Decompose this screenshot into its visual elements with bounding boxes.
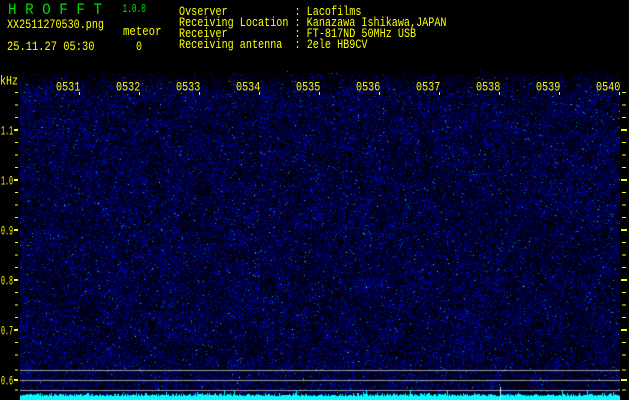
svg-text:0531: 0531 bbox=[56, 79, 80, 94]
svg-text:0532: 0532 bbox=[116, 79, 140, 94]
svg-text:1.0: 1.0 bbox=[1, 173, 13, 188]
svg-text:0.8: 0.8 bbox=[1, 273, 13, 288]
svg-text:0: 0 bbox=[136, 39, 142, 54]
svg-text:0.6: 0.6 bbox=[1, 373, 13, 388]
svg-text:0534: 0534 bbox=[236, 79, 260, 94]
svg-text:1.0.0: 1.0.0 bbox=[123, 3, 147, 16]
svg-text:1.1: 1.1 bbox=[1, 123, 13, 138]
svg-text:meteor: meteor bbox=[123, 24, 162, 39]
svg-text:0.9: 0.9 bbox=[1, 223, 13, 238]
svg-text:0540: 0540 bbox=[596, 79, 620, 94]
svg-text:kHz: kHz bbox=[0, 74, 18, 89]
svg-text:0536: 0536 bbox=[356, 79, 380, 94]
svg-text:XX2511270530.png: XX2511270530.png bbox=[7, 17, 104, 32]
svg-text:0538: 0538 bbox=[476, 79, 500, 94]
svg-text:0.7: 0.7 bbox=[1, 323, 13, 338]
svg-text:25.11.27 05:30: 25.11.27 05:30 bbox=[7, 39, 95, 54]
svg-text:0537: 0537 bbox=[416, 79, 440, 94]
svg-text:0539: 0539 bbox=[536, 79, 560, 94]
svg-text:Receiving antenna : 2ele HB9C: Receiving antenna : 2ele HB9CV bbox=[179, 37, 368, 52]
svg-text:0533: 0533 bbox=[176, 79, 200, 94]
svg-text:0535: 0535 bbox=[296, 79, 320, 94]
